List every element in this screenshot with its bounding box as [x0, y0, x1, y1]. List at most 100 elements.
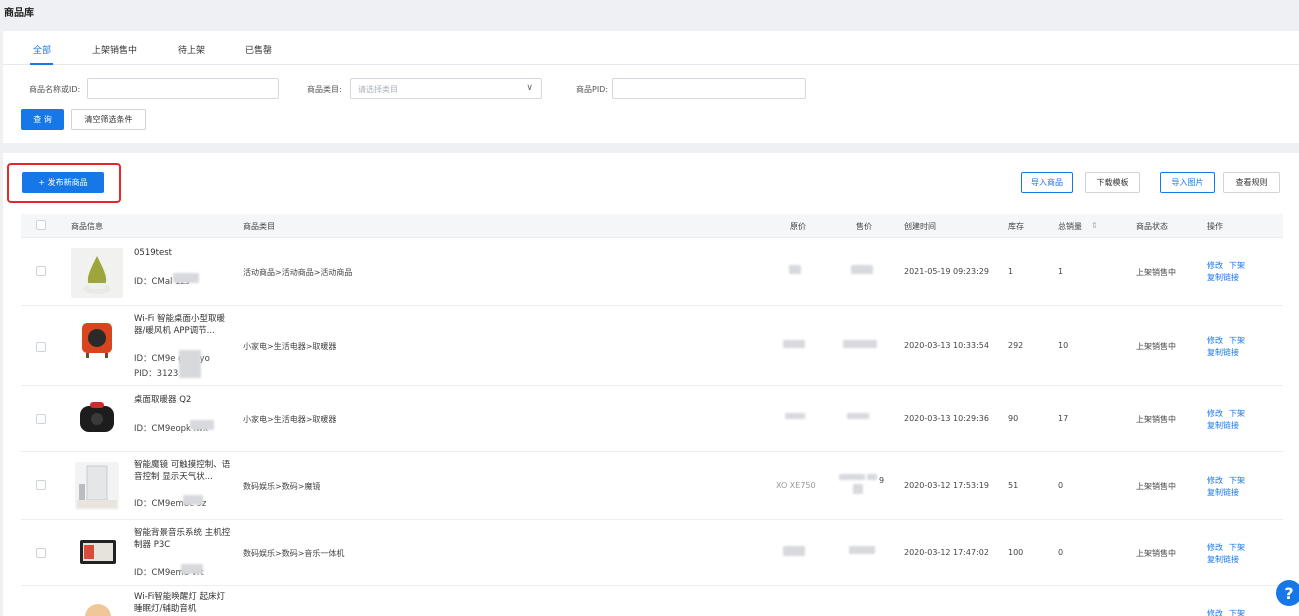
sales: 10 — [1058, 341, 1069, 350]
product-list-panel: + 发布新商品 导入商品 下载模板 导入图片 查看规则 商品信息 商品类目 原价… — [3, 153, 1299, 616]
product-category: 小家电>生活电器>取暖器 — [243, 415, 337, 424]
tab-all[interactable]: 全部 — [33, 43, 51, 56]
status: 上架销售中 — [1136, 342, 1176, 351]
created-time: 2020-03-12 17:47:02 — [904, 548, 989, 557]
redaction — [183, 495, 203, 505]
redacted-original-price — [783, 546, 805, 556]
sales: 17 — [1058, 414, 1069, 423]
active-tab-indicator — [30, 63, 53, 65]
help-button[interactable]: ? — [1276, 580, 1299, 606]
header-sales[interactable]: 总销量 — [1058, 221, 1082, 232]
download-template-button[interactable]: 下载模板 — [1085, 172, 1140, 193]
header-created: 创建时间 — [904, 222, 936, 231]
publish-new-product-button[interactable]: + 发布新商品 — [22, 172, 104, 193]
redacted-original-price — [783, 340, 805, 348]
offshelf-link[interactable]: 下架 — [1229, 475, 1245, 486]
offshelf-link[interactable]: 下架 — [1229, 608, 1245, 616]
sales: 1 — [1058, 267, 1064, 276]
redaction — [173, 273, 199, 283]
redaction — [179, 350, 201, 378]
edit-link[interactable]: 修改 — [1207, 475, 1223, 486]
redaction — [181, 564, 203, 574]
original-price-partial: XO XE750 — [776, 481, 816, 490]
offshelf-link[interactable]: 下架 — [1229, 260, 1245, 271]
header-status: 商品状态 — [1136, 222, 1168, 231]
product-name: 0519test — [134, 248, 172, 258]
stock: 51 — [1008, 481, 1019, 490]
category-placeholder: 请选择类目 — [358, 85, 398, 94]
product-category: 数码娱乐>数码>魔镜 — [243, 482, 321, 491]
copy-link[interactable]: 复制链接 — [1207, 420, 1239, 431]
stock: 90 — [1008, 414, 1019, 423]
status: 上架销售中 — [1136, 415, 1176, 424]
header-actions: 操作 — [1207, 222, 1223, 231]
redacted-price — [853, 484, 863, 494]
import-image-button[interactable]: 导入图片 — [1160, 172, 1215, 193]
copy-link[interactable]: 复制链接 — [1207, 272, 1239, 283]
offshelf-link[interactable]: 下架 — [1229, 408, 1245, 419]
product-pid: PID：3123 — [134, 369, 179, 379]
sales: 0 — [1058, 548, 1064, 557]
created-time: 2020-03-12 17:53:19 — [904, 481, 989, 490]
header-price: 售价 — [856, 222, 872, 231]
table-header: 商品信息 商品类目 原价 售价 创建时间 库存 总销量 ⇕ 商品状态 操作 — [21, 214, 1283, 238]
stock: 100 — [1008, 548, 1024, 557]
header-original-price: 原价 — [790, 222, 806, 231]
header-category: 商品类目 — [243, 222, 275, 231]
redacted-price — [867, 474, 877, 480]
pid-filter-input[interactable] — [612, 78, 806, 99]
row-checkbox[interactable] — [36, 266, 46, 276]
product-thumbnail — [71, 248, 123, 298]
edit-link[interactable]: 修改 — [1207, 260, 1223, 271]
product-name: 桌面取暖器 Q2 — [134, 395, 192, 405]
created-time: 2020-03-13 10:29:36 — [904, 414, 989, 423]
row-checkbox[interactable] — [36, 548, 46, 558]
offshelf-link[interactable]: 下架 — [1229, 335, 1245, 346]
redaction — [190, 420, 214, 430]
redacted-original-price — [789, 265, 801, 274]
stock: 1 — [1008, 267, 1014, 276]
row-checkbox[interactable] — [36, 342, 46, 352]
product-thumbnail — [75, 462, 119, 510]
edit-link[interactable]: 修改 — [1207, 408, 1223, 419]
name-filter-label: 商品名称或ID: — [29, 85, 81, 94]
copy-link[interactable]: 复制链接 — [1207, 487, 1239, 498]
product-thumbnail — [76, 400, 118, 436]
name-filter-input[interactable] — [87, 78, 279, 99]
product-category: 活动商品>活动商品>活动商品 — [243, 268, 353, 277]
tab-pending[interactable]: 待上架 — [178, 43, 205, 56]
category-select[interactable]: 请选择类目 ∨ — [350, 78, 542, 99]
edit-link[interactable]: 修改 — [1207, 335, 1223, 346]
page-title: 商品库 — [4, 8, 34, 19]
product-name: 智能背景音乐系统 主机控制器 P3C — [134, 528, 231, 550]
table-row: 智能背景音乐系统 主机控制器 P3C ID：CM9em8 vrt 数码娱乐>数码… — [21, 520, 1283, 586]
offshelf-link[interactable]: 下架 — [1229, 542, 1245, 553]
redacted-price — [839, 474, 865, 480]
edit-link[interactable]: 修改 — [1207, 542, 1223, 553]
product-name: Wi-Fi 智能桌面小型取暖器/暖风机 APP调节... — [134, 314, 225, 336]
created-time: 2020-03-13 10:33:54 — [904, 341, 989, 350]
tab-sold-out[interactable]: 已售罄 — [245, 43, 272, 56]
query-button[interactable]: 查 询 — [21, 109, 64, 130]
copy-link[interactable]: 复制链接 — [1207, 347, 1239, 358]
product-thumbnail — [83, 600, 113, 616]
header-stock: 库存 — [1008, 222, 1024, 231]
import-goods-button[interactable]: 导入商品 — [1021, 172, 1073, 193]
edit-link[interactable]: 修改 — [1207, 608, 1223, 616]
copy-link[interactable]: 复制链接 — [1207, 554, 1239, 565]
price-partial: 9 — [879, 476, 885, 485]
product-category: 数码娱乐>数码>音乐一体机 — [243, 549, 345, 558]
view-rules-button[interactable]: 查看规则 — [1223, 172, 1280, 193]
redacted-price — [847, 413, 869, 419]
status: 上架销售中 — [1136, 482, 1176, 491]
row-checkbox[interactable] — [36, 414, 46, 424]
table-row: 桌面取暖器 Q2 ID：CM9eopk iwx 小家电>生活电器>取暖器 202… — [21, 386, 1283, 452]
tab-bar: 全部 上架销售中 待上架 已售罄 — [3, 31, 1299, 65]
table-row: 智能魔镜 可触摸控制、语音控制 显示天气状... ID：CM9em8c 9z 数… — [21, 452, 1283, 520]
sort-icon[interactable]: ⇕ — [1091, 221, 1098, 230]
clear-filters-button[interactable]: 清空筛选条件 — [71, 109, 146, 130]
select-all-checkbox[interactable] — [36, 220, 46, 230]
product-name: Wi-Fi智能唤醒灯 起床灯 睡眠灯/辅助音机 — [134, 592, 225, 614]
tab-on-sale[interactable]: 上架销售中 — [92, 43, 137, 56]
row-checkbox[interactable] — [36, 480, 46, 490]
